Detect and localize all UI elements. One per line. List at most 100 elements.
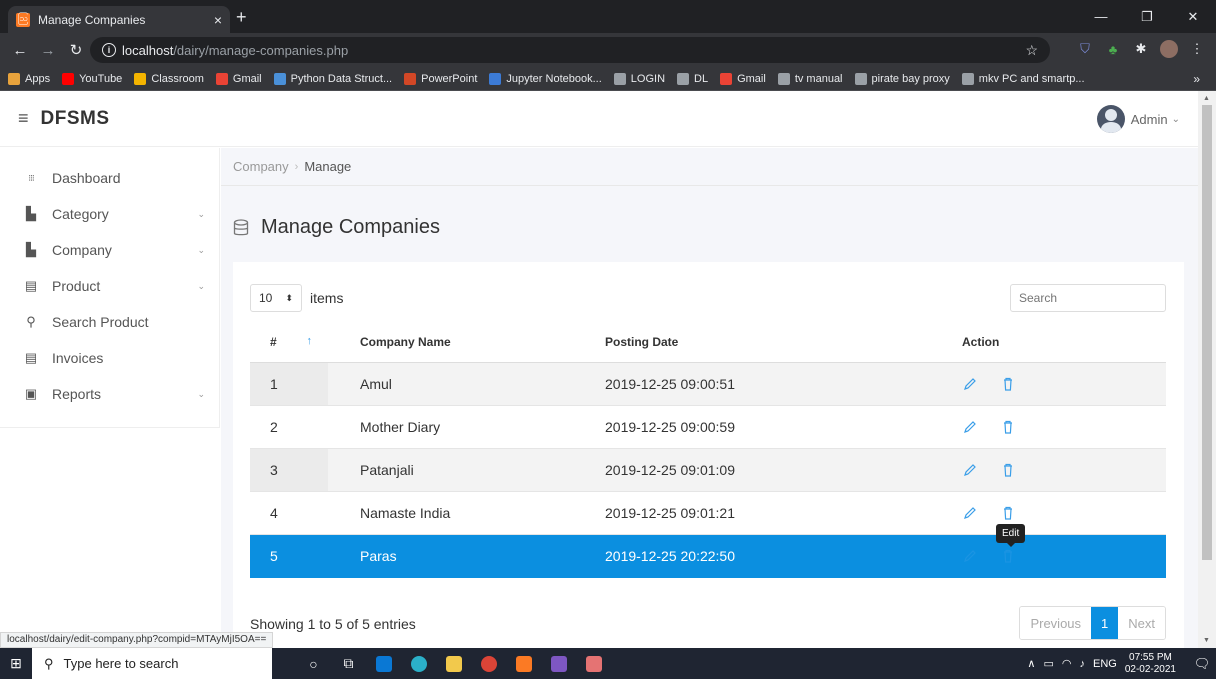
new-tab-button[interactable]: + [236,7,247,28]
reload-icon[interactable]: ↻ [62,41,90,59]
notifications-icon[interactable]: 🗨 [1188,656,1216,672]
taskbar-search[interactable]: ⚲ Type here to search [32,648,272,679]
sidebar-item-category[interactable]: ▙ Category ⌄ [0,196,219,232]
previous-button[interactable]: Previous [1020,607,1092,639]
forward-icon[interactable]: → [34,42,62,59]
scroll-thumb[interactable] [1202,105,1212,560]
sidebar-item-search-product[interactable]: ⚲ Search Product [0,304,219,340]
tab-title: Manage Companies [38,12,146,27]
scroll-down-icon[interactable]: ▼ [1203,637,1210,644]
shield-extension-icon[interactable]: ⛉ [1076,40,1094,58]
bookmark-item[interactable]: Gmail [215,72,262,85]
extensions: ⛉ ♣ ✱ ⋮ [1076,40,1206,58]
table-row[interactable]: 3 Patanjali 2019-12-25 09:01:09 [250,448,1166,492]
bookmark-favicon-icon [62,72,75,85]
info-icon[interactable]: i [102,43,116,57]
edit-icon[interactable] [962,419,978,435]
bookmark-item[interactable]: PowerPoint [404,72,478,85]
table-row[interactable]: 5 Paras 2019-12-25 20:22:50 [250,534,1166,578]
bookmark-item[interactable]: Python Data Struct... [273,72,392,85]
edit-icon[interactable] [962,548,978,564]
sidebar-item-reports[interactable]: ▣ Reports ⌄ [0,376,219,412]
hamburger-menu-icon[interactable]: ≡ [18,108,29,129]
bookmark-item[interactable]: Apps [8,72,50,85]
table-header-row: # ↑ Company Name Posting Date Action [250,322,1166,363]
delete-icon[interactable] [1000,376,1016,392]
back-icon[interactable]: ← [6,42,34,59]
brand-logo[interactable]: DFSMS [41,108,110,130]
bookmark-label: PowerPoint [421,72,478,85]
edge-icon[interactable] [401,648,436,679]
close-window-icon[interactable]: ✕ [1170,0,1216,33]
main-content: Company › Manage Manage Companies 10 ⬍ i… [221,148,1198,648]
items-per-page-select[interactable]: 10 ⬍ [250,284,302,312]
sidebar-item-product[interactable]: ▤ Product ⌄ [0,268,219,304]
sidebar-item-company[interactable]: ▙ Company ⌄ [0,232,219,268]
bookmark-item[interactable]: DL [677,72,708,85]
minimize-icon[interactable]: — [1078,0,1124,33]
bookmark-favicon-icon [677,72,690,85]
edit-icon[interactable] [962,462,978,478]
xampp-icon[interactable] [506,648,541,679]
bookmark-item[interactable]: tv manual [777,72,843,85]
battery-icon[interactable]: ▭ [1043,657,1053,670]
page-1-button[interactable]: 1 [1091,607,1119,639]
page-scrollbar[interactable]: ▲ ▼ [1198,91,1216,648]
volume-icon[interactable]: ♪ [1080,658,1086,670]
tray-chevron-up-icon[interactable]: ∧ [1027,657,1035,670]
page-title-row: Manage Companies [233,216,440,239]
bookmark-item[interactable]: Gmail [720,72,766,85]
breadcrumb-parent[interactable]: Company [233,159,289,174]
mail-icon[interactable] [366,648,401,679]
windows-start-icon[interactable]: ⊞ [0,648,32,679]
edit-icon[interactable] [962,505,978,521]
edit-icon[interactable] [962,376,978,392]
scroll-up-icon[interactable]: ▲ [1203,95,1210,102]
delete-icon[interactable] [1000,548,1016,564]
header-posting-date[interactable]: Posting Date [603,322,958,363]
tab-close-icon[interactable]: × [214,12,222,28]
search-input[interactable] [1010,284,1166,312]
cortana-icon[interactable]: ○ [296,648,331,679]
paint-icon[interactable] [576,648,611,679]
bookmark-star-icon[interactable]: ☆ [1025,42,1038,59]
table-row[interactable]: 1 Amul 2019-12-25 09:00:51 [250,362,1166,406]
bookmark-item[interactable]: YouTube [62,72,122,85]
file-explorer-icon[interactable] [436,648,471,679]
bookmark-item[interactable]: pirate bay proxy [854,72,950,85]
url-field[interactable]: i localhost/dairy/manage-companies.php ☆ [90,37,1050,63]
header-number[interactable]: # ↑ [250,322,328,363]
delete-icon[interactable] [1000,419,1016,435]
table-row[interactable]: 2 Mother Diary 2019-12-25 09:00:59 [250,405,1166,449]
items-label: items [310,290,344,306]
user-menu[interactable]: Admin ⌄ [1096,105,1180,133]
bookmarks-more-icon[interactable]: » [1193,72,1200,86]
browser-tab[interactable]: ဩ Manage Companies × [8,6,230,33]
chrome-icon[interactable] [471,648,506,679]
menu-kebab-icon[interactable]: ⋮ [1188,40,1206,58]
pagination: Previous 1 Next [1019,606,1166,640]
bookmark-item[interactable]: Classroom [134,72,204,85]
tree-extension-icon[interactable]: ♣ [1104,40,1122,58]
clock[interactable]: 07:55 PM 02-02-2021 [1125,652,1176,676]
sidebar-item-invoices[interactable]: ▤ Invoices [0,340,219,376]
language-indicator[interactable]: ENG [1093,658,1117,670]
search-icon: ⚲ [26,314,36,329]
bookmark-item[interactable]: LOGIN [613,72,665,85]
app-icon-1[interactable] [541,648,576,679]
file-icon: ▙ [26,206,36,221]
header-company-name[interactable]: Company Name [328,322,603,363]
table-row[interactable]: 4 Namaste India 2019-12-25 09:01:21 [250,491,1166,535]
bookmark-item[interactable]: Jupyter Notebook... [489,72,602,85]
task-view-icon[interactable]: ⧉ [331,648,366,679]
page-title: Manage Companies [261,216,440,238]
next-button[interactable]: Next [1118,607,1165,639]
puzzle-extension-icon[interactable]: ✱ [1132,40,1150,58]
delete-icon[interactable] [1000,462,1016,478]
bookmark-item[interactable]: mkv PC and smartp... [961,72,1085,85]
sidebar-item-dashboard[interactable]: ⁝⁝⁝ Dashboard [0,160,219,196]
restore-icon[interactable]: ❐ [1124,0,1170,33]
profile-avatar-icon[interactable] [1160,40,1178,58]
delete-icon[interactable] [1000,505,1016,521]
wifi-icon[interactable]: ◠ [1062,657,1072,670]
